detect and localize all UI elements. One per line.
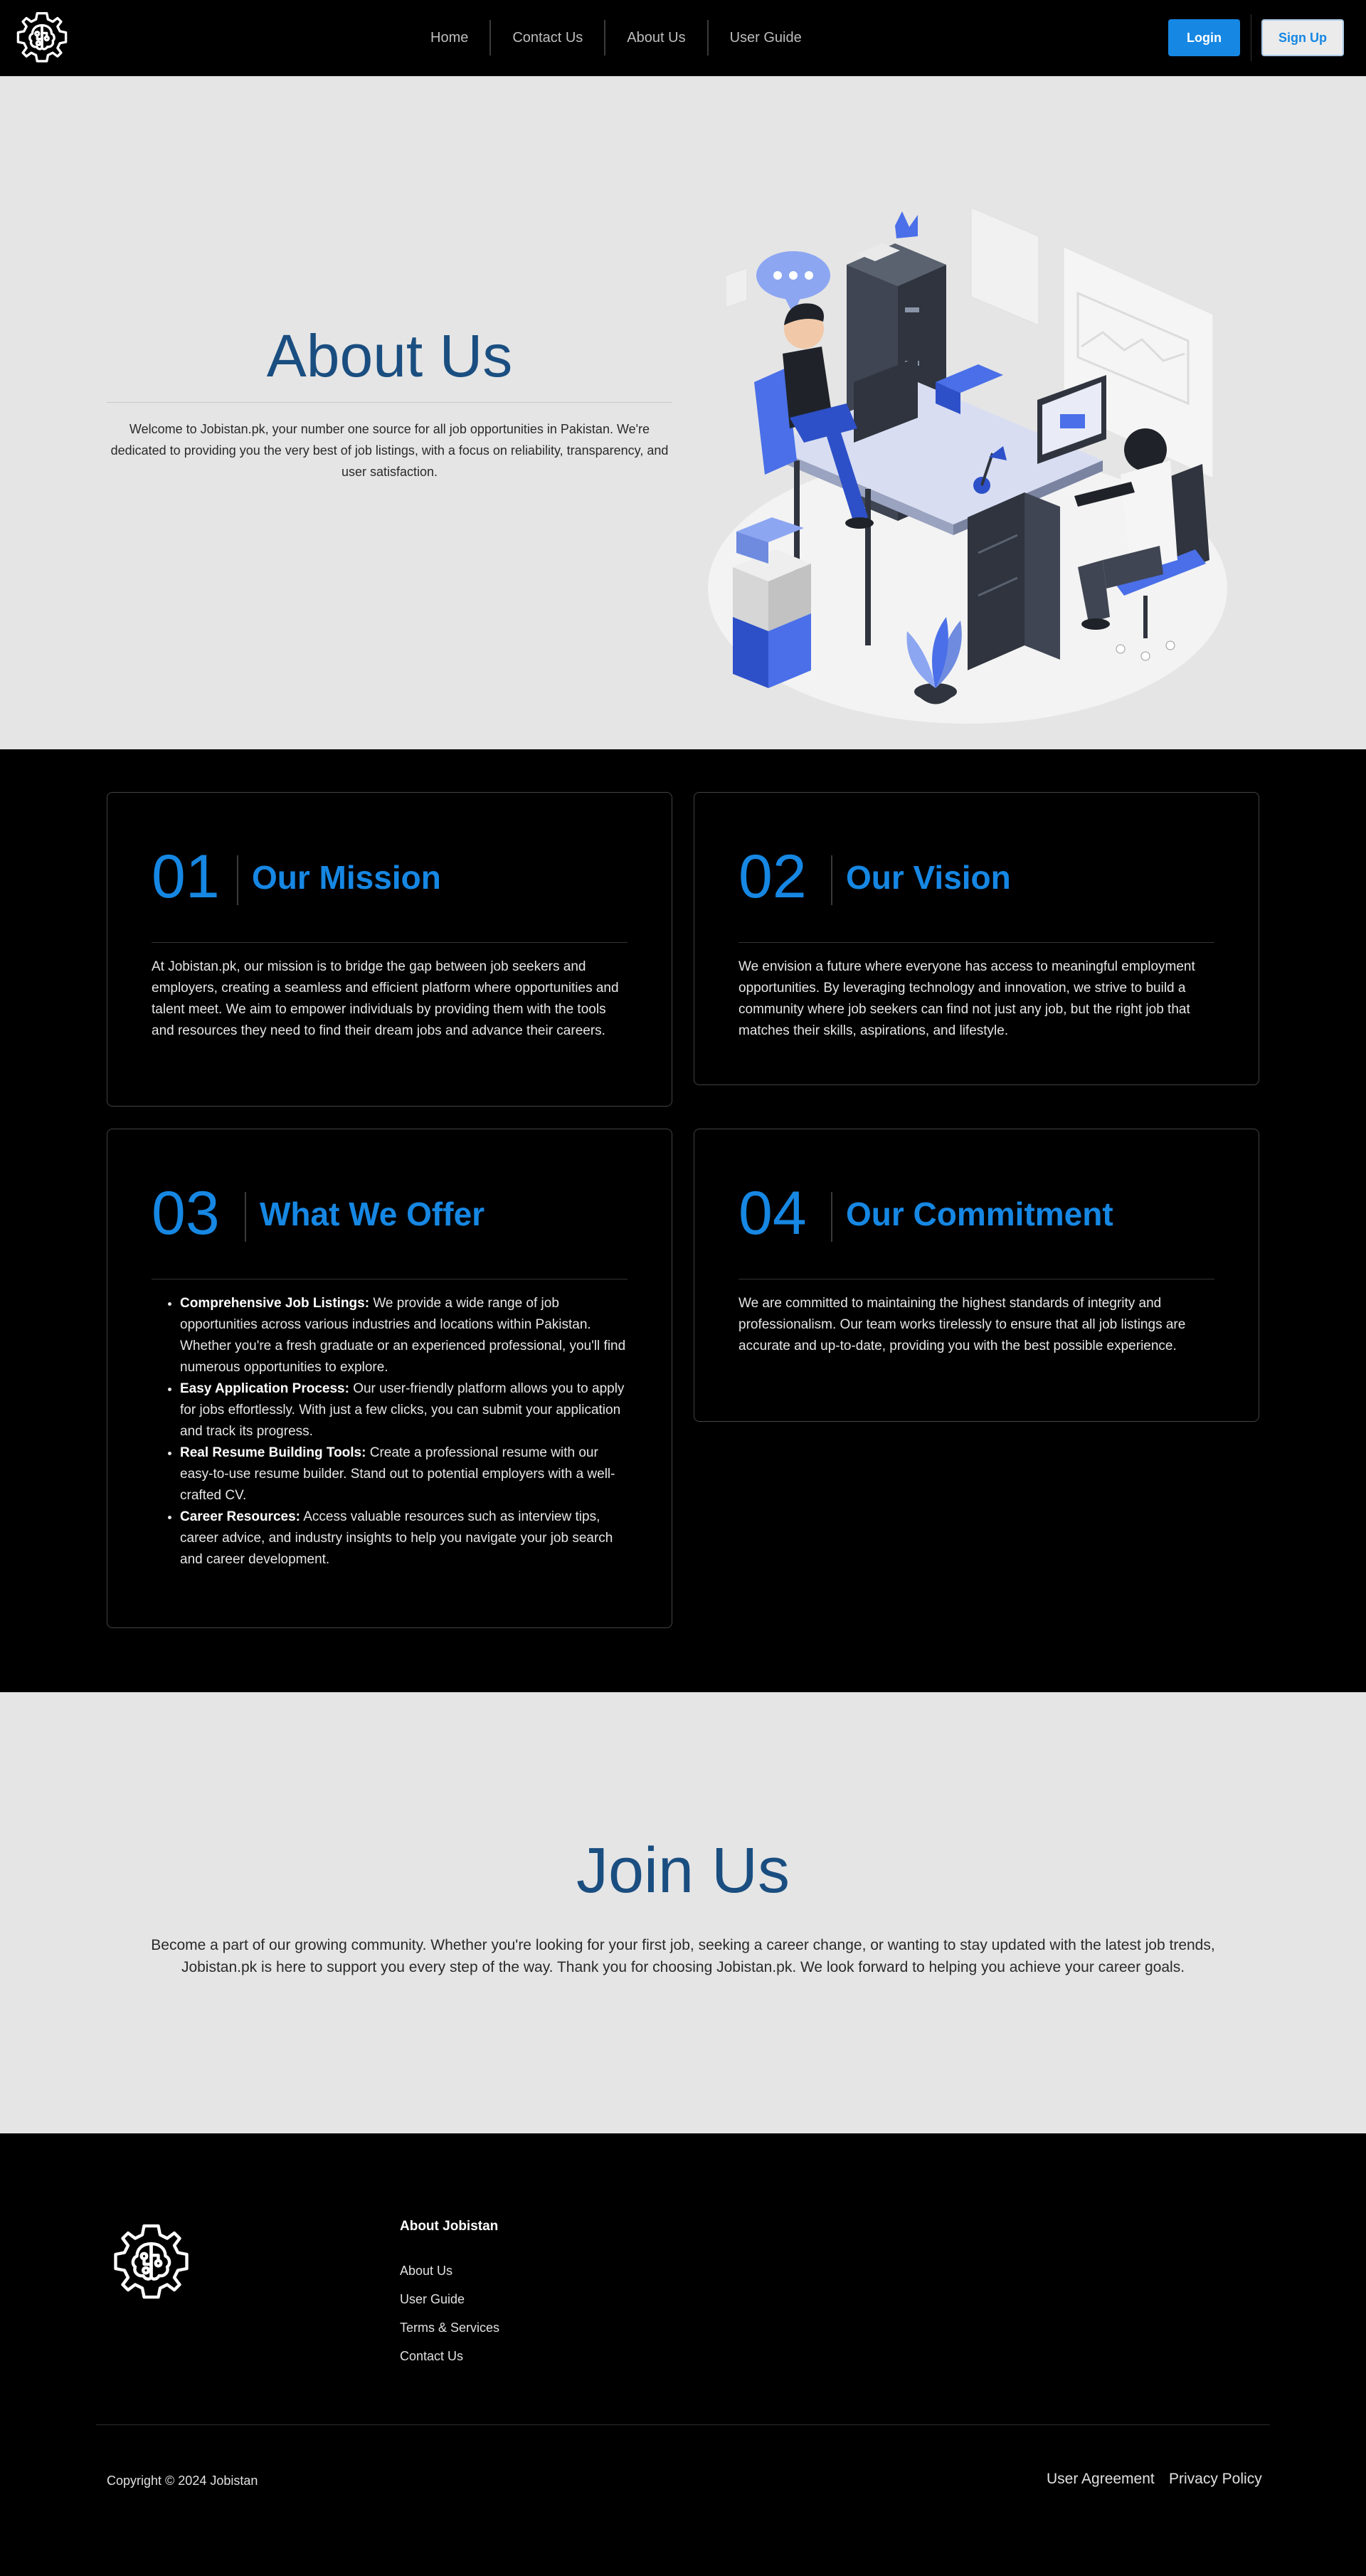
nav-link-about-us[interactable]: About Us — [605, 20, 706, 56]
commitment-card: 04 Our Commitment We are committed to ma… — [694, 1129, 1259, 1422]
card-number: 04 — [738, 1179, 807, 1247]
card-title: Our Commitment — [846, 1195, 1113, 1232]
footer-link-contact-us[interactable]: Contact Us — [400, 2349, 463, 2364]
vision-card: 02 Our Vision We envision a future where… — [694, 792, 1259, 1085]
card-title: Our Mission — [252, 859, 441, 896]
signup-button[interactable]: Sign Up — [1261, 19, 1344, 56]
footer-link-user-guide[interactable]: User Guide — [400, 2292, 465, 2307]
join-section: Join Us Become a part of our growing com… — [0, 1692, 1366, 2133]
mission-card: 01 Our Mission At Jobistan.pk, our missi… — [107, 792, 672, 1107]
card-body: At Jobistan.pk, our mission is to bridge… — [152, 959, 619, 1038]
card-divider — [152, 942, 628, 943]
list-item-label: Comprehensive Job Listings: — [180, 1296, 370, 1311]
nav-link-contact-us[interactable]: Contact Us — [491, 20, 604, 56]
list-item-label: Easy Application Process: — [180, 1381, 349, 1396]
card-number: 01 — [152, 843, 220, 911]
list-item-label: Real Resume Building Tools: — [180, 1445, 366, 1460]
card-heading-divider — [245, 1192, 246, 1242]
login-button[interactable]: Login — [1168, 19, 1240, 56]
list-item: Comprehensive Job Listings: We provide a… — [180, 1293, 628, 1378]
offer-card: 03 What We Offer Comprehensive Job Listi… — [107, 1129, 672, 1628]
list-item: Easy Application Process: Our user-frien… — [180, 1378, 628, 1442]
brain-gear-logo-icon[interactable] — [12, 9, 72, 68]
title-divider — [107, 402, 672, 403]
list-item: Career Resources: Access valuable resour… — [180, 1506, 628, 1571]
nav-links: Home Contact Us About Us User Guide — [409, 18, 823, 58]
office-workers-illustration — [708, 207, 1227, 724]
card-title: What We Offer — [260, 1195, 485, 1232]
nav-link-home[interactable]: Home — [409, 20, 489, 56]
card-body: We envision a future where everyone has … — [738, 959, 1195, 1038]
hero-section: About Us Welcome to Jobistan.pk, your nu… — [0, 76, 1366, 749]
footer-divider — [96, 2424, 1270, 2425]
brain-gear-logo-icon — [114, 2224, 189, 2299]
offer-list: Comprehensive Job Listings: We provide a… — [152, 1293, 628, 1571]
card-heading-divider — [831, 1192, 832, 1242]
card-body: We are committed to maintaining the high… — [738, 1296, 1186, 1353]
privacy-policy-link[interactable]: Privacy Policy — [1169, 2471, 1262, 2488]
footer-link-terms[interactable]: Terms & Services — [400, 2321, 499, 2335]
footer: About Jobistan About Us User Guide Terms… — [0, 2133, 1366, 2576]
card-title: Our Vision — [846, 859, 1011, 896]
card-number: 03 — [152, 1179, 220, 1247]
join-body: Become a part of our growing community. … — [151, 1937, 1215, 1975]
footer-link-about-us[interactable]: About Us — [400, 2264, 452, 2279]
copyright: Copyright © 2024 Jobistan — [107, 2474, 258, 2488]
nav-link-user-guide[interactable]: User Guide — [709, 20, 823, 56]
list-item: Real Resume Building Tools: Create a pro… — [180, 1442, 628, 1506]
page-title: About Us — [266, 322, 513, 389]
card-number: 02 — [738, 843, 807, 911]
features-section: 01 Our Mission At Jobistan.pk, our missi… — [0, 749, 1366, 1692]
list-item-label: Career Resources: — [180, 1509, 300, 1524]
footer-heading: About Jobistan — [400, 2219, 499, 2234]
user-agreement-link[interactable]: User Agreement — [1047, 2471, 1155, 2488]
card-heading-divider — [237, 855, 238, 905]
card-heading-divider — [831, 855, 832, 905]
hero-description: Welcome to Jobistan.pk, your number one … — [110, 422, 669, 479]
card-divider — [738, 942, 1214, 943]
navbar: Home Contact Us About Us User Guide Logi… — [0, 0, 1366, 76]
join-title: Join Us — [576, 1835, 790, 1906]
